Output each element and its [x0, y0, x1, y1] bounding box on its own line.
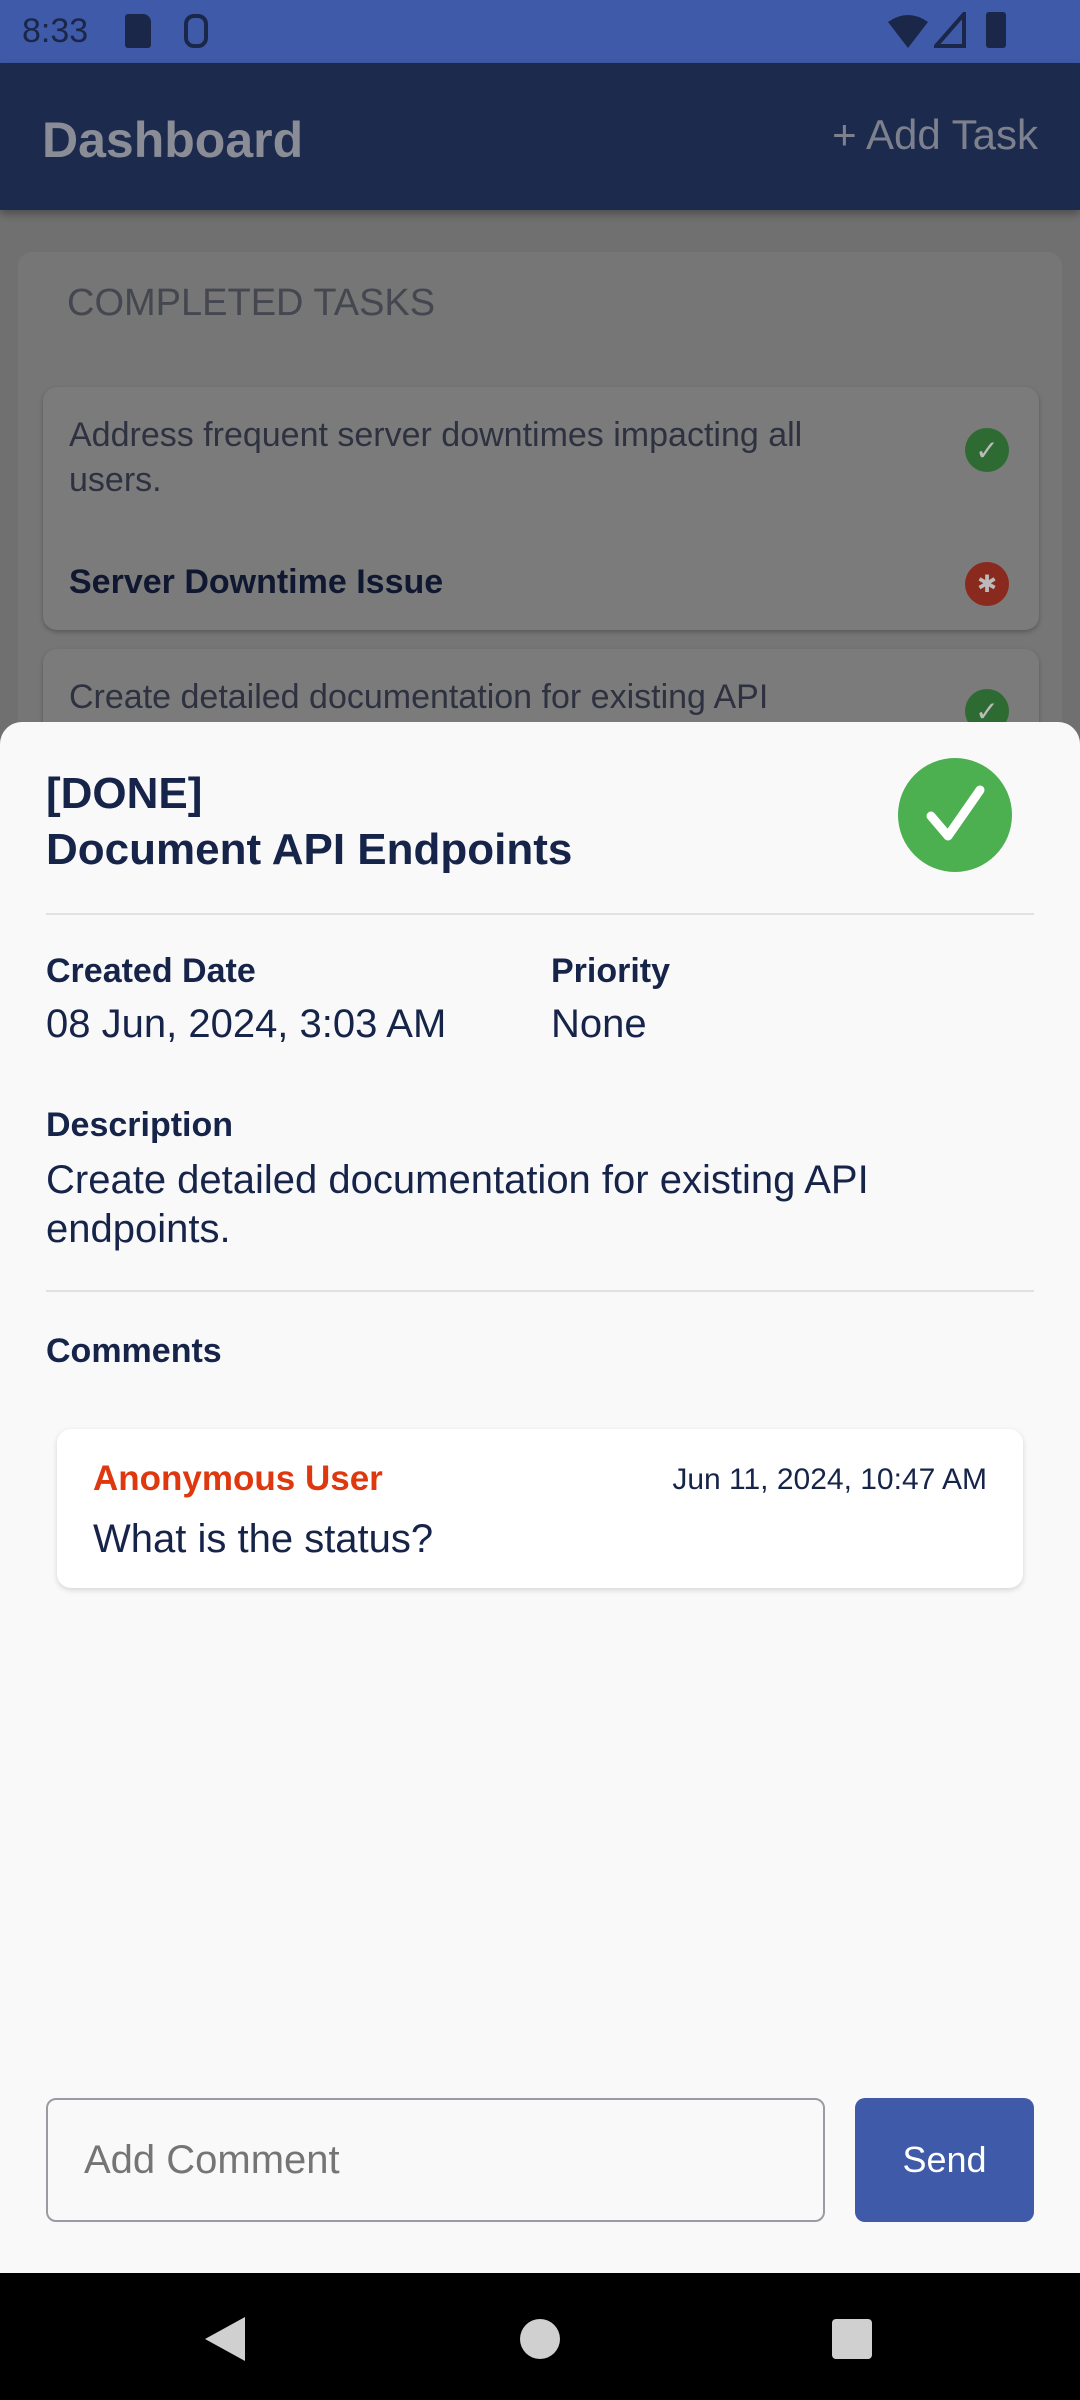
- page-title: Dashboard: [42, 112, 304, 168]
- navigation-bar: [0, 2273, 1080, 2400]
- task-name: Server Downtime Issue: [69, 563, 444, 601]
- wifi-icon: [888, 15, 928, 48]
- sd-card-icon: [125, 14, 151, 48]
- battery-icon: [986, 12, 1006, 48]
- divider: [46, 913, 1034, 915]
- task-status: [DONE]: [46, 769, 203, 818]
- home-icon[interactable]: [520, 2319, 560, 2359]
- send-button[interactable]: Send: [855, 2098, 1034, 2222]
- section-title: COMPLETED TASKS: [67, 282, 436, 324]
- add-comment-input[interactable]: [46, 2098, 825, 2222]
- app-bar: Dashboard + Add Task: [0, 63, 1080, 210]
- task-card[interactable]: Address frequent server downtimes impact…: [43, 387, 1039, 630]
- robot-icon: [184, 14, 208, 48]
- status-bar: 8:33: [0, 0, 1080, 63]
- comment-date: Jun 11, 2024, 10:47 AM: [672, 1463, 987, 1496]
- comments-label: Comments: [46, 1332, 222, 1370]
- add-task-button[interactable]: + Add Task: [832, 111, 1038, 159]
- priority-label: Priority: [551, 952, 671, 990]
- signal-icon: [934, 12, 966, 48]
- description-value: Create detailed documentation for existi…: [46, 1158, 869, 1251]
- task-description: Create detailed documentation for existi…: [69, 678, 769, 716]
- comment-author: Anonymous User: [93, 1459, 383, 1498]
- task-title: Document API Endpoints: [46, 825, 573, 874]
- priority-value: None: [551, 1002, 647, 1046]
- comment-text: What is the status?: [93, 1517, 434, 1561]
- divider: [46, 1290, 1034, 1292]
- description-label: Description: [46, 1106, 234, 1144]
- check-circle-icon: ✓: [965, 428, 1009, 472]
- back-icon[interactable]: [205, 2317, 245, 2361]
- bug-icon: ✱: [965, 562, 1009, 606]
- recents-icon[interactable]: [832, 2319, 872, 2359]
- task-header: [DONE] Document API Endpoints: [46, 766, 572, 878]
- comment-card: Anonymous User Jun 11, 2024, 10:47 AM Wh…: [57, 1429, 1023, 1588]
- created-date-label: Created Date: [46, 952, 256, 990]
- done-check-icon: [898, 758, 1012, 872]
- status-time: 8:33: [22, 12, 89, 50]
- task-description: Address frequent server downtimes impact…: [69, 416, 803, 499]
- created-date-value: 08 Jun, 2024, 3:03 AM: [46, 1002, 447, 1046]
